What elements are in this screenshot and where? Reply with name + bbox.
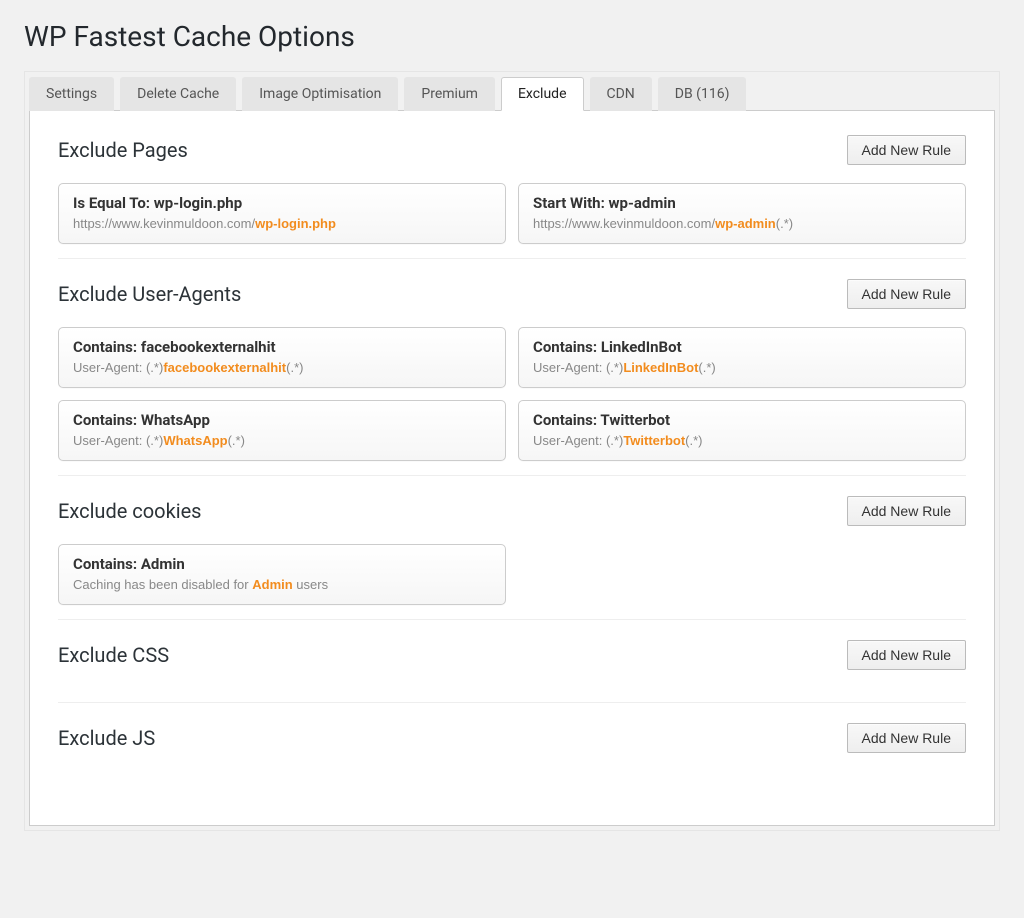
rule-highlight: facebookexternalhit: [163, 360, 286, 375]
rule-highlight: LinkedInBot: [623, 360, 698, 375]
tab-image-optimisation[interactable]: Image Optimisation: [242, 77, 398, 111]
rule-grid: Is Equal To: wp-login.php https://www.kev…: [58, 183, 966, 244]
section-title: Exclude cookies: [58, 499, 202, 523]
rule-card[interactable]: Is Equal To: wp-login.php https://www.kev…: [58, 183, 506, 244]
rule-card[interactable]: Start With: wp-admin https://www.kevinmul…: [518, 183, 966, 244]
rule-title: Is Equal To: wp-login.php: [73, 194, 491, 212]
add-new-rule-button[interactable]: Add New Rule: [847, 496, 967, 526]
rule-title: Start With: wp-admin: [533, 194, 951, 212]
tab-delete-cache[interactable]: Delete Cache: [120, 77, 236, 111]
rule-title: Contains: LinkedInBot: [533, 338, 951, 356]
rule-card[interactable]: Contains: Twitterbot User-Agent: (.*)Twit…: [518, 400, 966, 461]
section-exclude-pages: Exclude Pages Add New Rule Is Equal To: wp…: [58, 135, 966, 259]
rule-subtitle: Caching has been disabled for Admin user…: [73, 577, 491, 592]
rule-highlight: Admin: [252, 577, 292, 592]
section-title: Exclude JS: [58, 726, 155, 750]
section-title: Exclude Pages: [58, 138, 188, 162]
section-exclude-user-agents: Exclude User-Agents Add New Rule Contains:…: [58, 279, 966, 476]
rule-grid: Contains: Admin Caching has been disabled…: [58, 544, 966, 605]
tab-body-exclude: Exclude Pages Add New Rule Is Equal To: wp…: [29, 110, 995, 826]
tab-cdn[interactable]: CDN: [590, 77, 652, 111]
add-new-rule-button[interactable]: Add New Rule: [847, 640, 967, 670]
rule-highlight: wp-login.php: [255, 216, 336, 231]
rule-subtitle: User-Agent: (.*)facebookexternalhit(.*): [73, 360, 491, 375]
rule-card[interactable]: Contains: WhatsApp User-Agent: (.*)WhatsA…: [58, 400, 506, 461]
section-title: Exclude CSS: [58, 643, 169, 667]
rule-subtitle: User-Agent: (.*)Twitterbot(.*): [533, 433, 951, 448]
tab-exclude[interactable]: Exclude: [501, 77, 584, 111]
tab-db-116[interactable]: DB (116): [658, 77, 747, 111]
tab-settings[interactable]: Settings: [29, 77, 114, 111]
rule-title: Contains: facebookexternalhit: [73, 338, 491, 356]
rule-highlight: Twitterbot: [623, 433, 685, 448]
add-new-rule-button[interactable]: Add New Rule: [847, 279, 967, 309]
section-exclude-js: Exclude JS Add New Rule: [58, 723, 966, 785]
rule-grid: Contains: facebookexternalhit User-Agent:…: [58, 327, 966, 461]
rule-subtitle: User-Agent: (.*)LinkedInBot(.*): [533, 360, 951, 375]
add-new-rule-button[interactable]: Add New Rule: [847, 135, 967, 165]
rule-card[interactable]: Contains: LinkedInBot User-Agent: (.*)Lin…: [518, 327, 966, 388]
section-exclude-css: Exclude CSS Add New Rule: [58, 640, 966, 703]
rule-title: Contains: WhatsApp: [73, 411, 491, 429]
rule-title: Contains: Admin: [73, 555, 491, 573]
rule-highlight: wp-admin: [715, 216, 776, 231]
settings-panel: SettingsDelete CacheImage OptimisationPr…: [24, 71, 1000, 831]
section-title: Exclude User-Agents: [58, 282, 241, 306]
rule-title: Contains: Twitterbot: [533, 411, 951, 429]
section-exclude-cookies: Exclude cookies Add New Rule Contains: Adm…: [58, 496, 966, 620]
tab-bar: SettingsDelete CacheImage OptimisationPr…: [25, 72, 999, 110]
add-new-rule-button[interactable]: Add New Rule: [847, 723, 967, 753]
rule-subtitle: https://www.kevinmuldoon.com/wp-admin(.*…: [533, 216, 951, 231]
rule-card[interactable]: Contains: facebookexternalhit User-Agent:…: [58, 327, 506, 388]
page-title: WP Fastest Cache Options: [24, 20, 1000, 53]
tab-premium[interactable]: Premium: [404, 77, 495, 111]
rule-subtitle: https://www.kevinmuldoon.com/wp-login.ph…: [73, 216, 491, 231]
rule-highlight: WhatsApp: [163, 433, 227, 448]
rule-subtitle: User-Agent: (.*)WhatsApp(.*): [73, 433, 491, 448]
rule-card[interactable]: Contains: Admin Caching has been disabled…: [58, 544, 506, 605]
